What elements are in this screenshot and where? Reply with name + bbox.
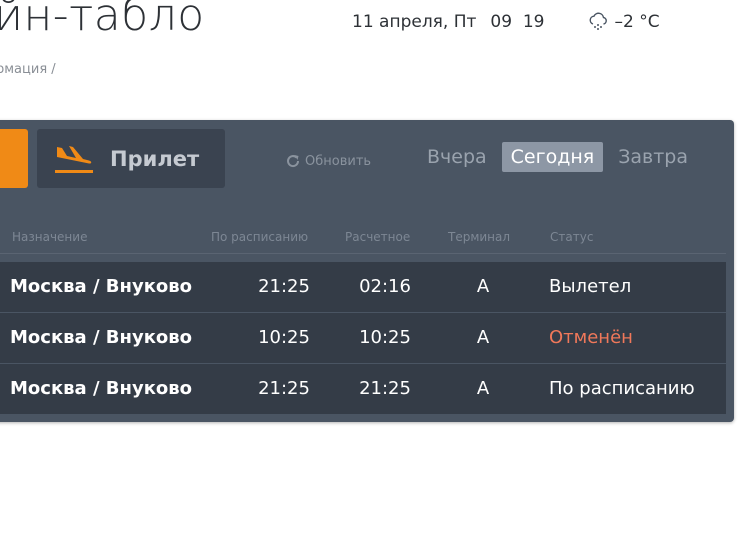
table-row[interactable]: Москва / Внуково 21:25 02:16 A Вылетел [0, 262, 726, 312]
breadcrumb[interactable]: рмация / [0, 62, 56, 77]
current-date: 11 апреля, Пт [352, 12, 477, 32]
column-header-destination[interactable]: Назначение [12, 230, 87, 244]
refresh-button[interactable]: Обновить [285, 153, 371, 169]
snow-cloud-icon [587, 11, 609, 33]
time-hours: 09 [490, 12, 513, 32]
column-header-estimated[interactable]: Расчетное [345, 230, 410, 244]
refresh-label: Обновить [305, 153, 372, 169]
refresh-icon [287, 155, 300, 168]
arrival-tab[interactable]: Прилет [37, 129, 225, 188]
column-header-status[interactable]: Статус [550, 230, 593, 244]
time-minutes: 19 [522, 12, 545, 32]
column-header-scheduled[interactable]: По расписанию [211, 230, 308, 244]
page-title: йн-табло [0, 0, 205, 41]
temperature: –2 °C [614, 12, 660, 32]
table-row[interactable]: Москва / Внуково 21:25 21:25 A По распис… [0, 364, 726, 414]
arrival-tab-label: Прилет [110, 146, 200, 171]
row-terminal: A [476, 276, 490, 297]
row-status: По расписанию [549, 378, 695, 399]
tab-tomorrow[interactable]: Завтра [609, 142, 697, 172]
tab-yesterday[interactable]: Вчера [418, 142, 496, 172]
row-status: Вылетел [549, 276, 632, 297]
departure-tab[interactable] [0, 129, 28, 188]
day-tabs: Вчера Сегодня Завтра [418, 142, 703, 172]
row-status: Отменён [549, 327, 633, 348]
current-time: 09 19 [490, 12, 544, 32]
table-row[interactable]: Москва / Внуково 10:25 10:25 A Отменён [0, 313, 726, 363]
header-info: 11 апреля, Пт 09 19 –2 °C [352, 11, 660, 33]
plane-landing-icon [55, 145, 93, 173]
column-header-terminal[interactable]: Терминал [448, 230, 510, 244]
tab-today[interactable]: Сегодня [501, 142, 604, 172]
flight-board: Прилет Обновить Вчера Сегодня Завтра Наз… [0, 120, 734, 422]
row-terminal: A [476, 327, 490, 348]
header-divider [0, 253, 726, 254]
